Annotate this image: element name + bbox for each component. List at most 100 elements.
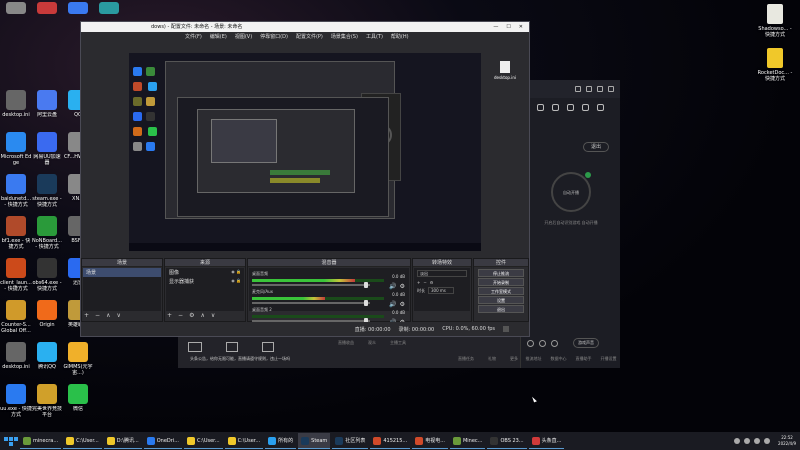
desktop-icon[interactable]: 完美世界竞技平台 <box>31 384 63 418</box>
panel-tab[interactable]: 礼物 <box>488 356 496 362</box>
add-icon[interactable]: + <box>84 312 89 320</box>
obs-preview[interactable] <box>129 53 481 251</box>
taskbar-item[interactable]: C:\User... <box>63 433 102 449</box>
up-icon[interactable]: ∧ <box>106 312 110 320</box>
control-button[interactable]: 设置 <box>478 296 524 304</box>
desktop-icon[interactable]: baidunetd... - 快捷方式 <box>0 174 32 208</box>
remove-icon[interactable]: − <box>423 280 426 285</box>
control-button[interactable]: 工作室模式 <box>478 287 524 295</box>
volume-icon[interactable] <box>527 339 534 347</box>
menu-item[interactable]: 配置文件(P) <box>296 32 323 42</box>
desktop-icon[interactable]: 阿里云盘 <box>31 90 63 118</box>
desktop-icon[interactable]: Microsoft Edge <box>0 132 32 166</box>
remove-icon[interactable]: − <box>95 312 100 320</box>
menu-item[interactable]: 帮助(H) <box>391 32 409 42</box>
desktop-icon[interactable]: client_laun... - 快捷方式 <box>0 258 32 292</box>
taskbar-item[interactable]: minecra... <box>20 433 62 449</box>
desktop-icon[interactable]: Shadowso... - 快捷方式 <box>755 4 795 38</box>
pin-icon[interactable] <box>575 86 581 92</box>
gear-icon[interactable]: ⚙ <box>189 312 194 320</box>
desktop-icon[interactable] <box>62 2 94 16</box>
desktop-icon[interactable]: desktop.ini <box>0 342 32 370</box>
menu-item[interactable]: 停靠窗口(D) <box>260 32 288 42</box>
footer-link[interactable]: 直播助手 <box>576 356 592 366</box>
taskbar-item[interactable]: OneDri... <box>143 433 182 449</box>
start-button[interactable] <box>4 434 18 448</box>
volume-slider[interactable] <box>252 300 370 306</box>
close-icon[interactable]: ✕ <box>519 22 523 32</box>
desktop-icon[interactable] <box>93 2 125 16</box>
menu-item[interactable]: 视图(V) <box>235 32 252 42</box>
taskbar-item[interactable]: C:\User... <box>183 433 223 449</box>
control-button[interactable]: 退出 <box>478 305 524 313</box>
up-icon[interactable]: ∧ <box>200 312 204 320</box>
network-icon[interactable] <box>754 438 761 444</box>
taskbar-item[interactable]: 头条直... <box>528 433 565 449</box>
footer-link[interactable]: 推流地址 <box>526 356 542 366</box>
control-button[interactable]: 停止推流 <box>478 269 524 277</box>
tray-icon[interactable] <box>734 438 741 444</box>
visibility-icon[interactable]: ◉ 🔒 <box>231 278 241 285</box>
tray-icon[interactable] <box>744 438 751 444</box>
desktop-icon[interactable]: desktop.ini <box>0 90 32 118</box>
desktop-icon[interactable]: obs64.exe - 快捷方式 <box>31 258 63 292</box>
taskbar-item[interactable]: C:\User... <box>224 433 264 449</box>
lock-icon[interactable] <box>552 103 559 111</box>
taskbar-item[interactable]: 415215... <box>370 433 411 449</box>
volume-slider[interactable] <box>252 282 370 288</box>
share-icon[interactable] <box>597 103 604 111</box>
tool-icon[interactable] <box>262 342 274 352</box>
game-sound-button[interactable]: 游戏声音 <box>573 338 599 348</box>
desktop-icon[interactable]: Origin <box>31 300 63 328</box>
footer-link[interactable]: 开播设置 <box>601 356 617 366</box>
desktop-icon[interactable]: 腾讯QQ <box>31 342 63 370</box>
eye-icon[interactable] <box>539 339 546 347</box>
menu-item[interactable]: 编辑(E) <box>210 32 227 42</box>
download-icon[interactable] <box>226 342 238 352</box>
volume-icon[interactable] <box>764 438 771 444</box>
panel-tab[interactable]: 更多 <box>510 356 518 362</box>
desktop-icon[interactable]: RocketDoc... - 快捷方式 <box>755 48 795 82</box>
panel-tab[interactable]: 直播收益 <box>338 340 354 346</box>
source-item[interactable]: 图像 ◉ 🔒 <box>166 268 244 277</box>
desktop-icon[interactable]: steam.exe - 快捷方式 <box>31 174 63 208</box>
desktop-icon[interactable] <box>0 2 32 16</box>
visibility-icon[interactable]: ◉ 🔒 <box>231 269 241 276</box>
control-button[interactable]: 开始录制 <box>478 278 524 286</box>
minimize-icon[interactable]: — <box>493 22 498 32</box>
desktop-icon[interactable] <box>31 2 63 16</box>
close-icon[interactable] <box>608 86 614 92</box>
maximize-icon[interactable]: ☐ <box>506 22 510 32</box>
duration-input[interactable]: 300 ms <box>428 287 454 294</box>
bell-icon[interactable] <box>582 103 589 111</box>
taskbar-item[interactable]: 所有的 <box>265 433 297 449</box>
taskbar-item[interactable]: 社区列表 <box>332 433 369 449</box>
transition-select[interactable]: 淡出 <box>417 270 467 277</box>
add-icon[interactable]: + <box>417 280 420 285</box>
panel-tab[interactable]: 主播工具 <box>390 340 406 346</box>
down-icon[interactable]: ∨ <box>116 312 120 320</box>
live-icon[interactable] <box>188 342 202 352</box>
gear-icon[interactable]: ⚙ <box>430 280 434 285</box>
maximize-icon[interactable] <box>597 86 603 92</box>
panel-tab[interactable]: 直播任务 <box>458 356 474 362</box>
source-item[interactable]: 显示器捕获 ◉ 🔒 <box>166 277 244 286</box>
taskbar-item[interactable]: Steam <box>298 433 331 449</box>
desktop-icon[interactable]: GIMMS(元宇宙...) <box>62 342 94 376</box>
desktop-icon[interactable]: NoNBoard... - 快捷方式 <box>31 216 63 250</box>
taskbar-item[interactable]: D:\腾讯... <box>103 433 142 449</box>
taskbar-item[interactable]: OBS 23... <box>487 433 527 449</box>
menu-item[interactable]: 文件(F) <box>185 32 202 42</box>
panel-tab[interactable]: 观众 <box>368 340 376 346</box>
clock[interactable]: 22:52 2022/4/9 <box>778 435 796 447</box>
add-icon[interactable]: + <box>167 312 172 320</box>
desktop-icon[interactable]: bf1.exe - 快捷方式 <box>0 216 32 250</box>
gift-icon[interactable] <box>537 103 544 111</box>
exit-button[interactable]: 退出 <box>583 142 609 152</box>
menu-item[interactable]: 场景集合(S) <box>331 32 358 42</box>
down-icon[interactable]: ∨ <box>211 312 215 320</box>
auto-live-button[interactable]: 自动开播 <box>551 172 591 212</box>
desktop-icon[interactable]: 网易UU加速器 <box>31 132 63 166</box>
taskbar-item[interactable]: 电视电... <box>412 433 448 449</box>
shop-icon[interactable] <box>567 103 574 111</box>
